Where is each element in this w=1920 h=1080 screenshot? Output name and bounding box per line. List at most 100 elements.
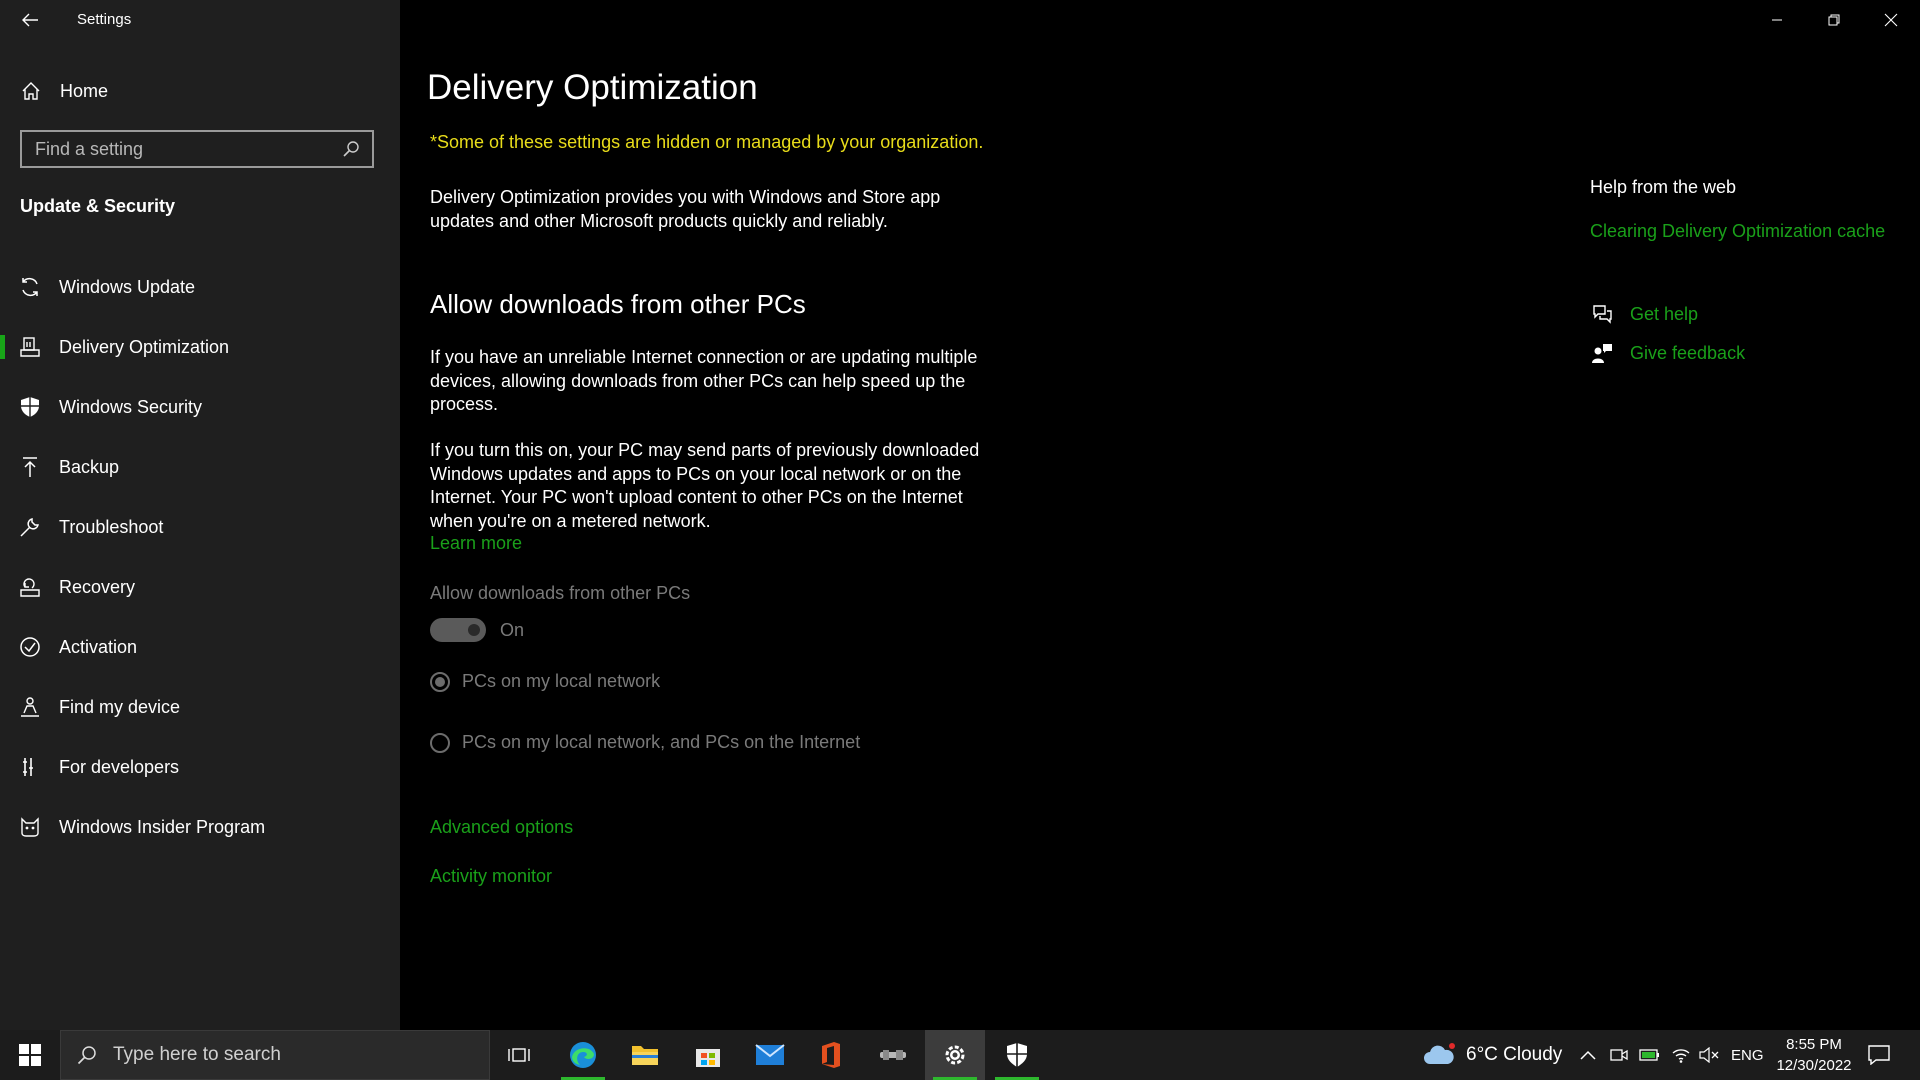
sidebar-item-windows-insider[interactable]: Windows Insider Program [0,797,400,857]
weather-widget[interactable]: 6°C Cloudy [1422,1030,1562,1080]
store-icon[interactable] [678,1030,738,1080]
battery-icon[interactable] [1639,1030,1661,1080]
delivery-icon [17,334,43,360]
radio-local-and-internet[interactable]: PCs on my local network, and PCs on the … [430,732,860,753]
volume-muted-icon[interactable] [1699,1030,1719,1080]
get-help-label: Get help [1630,303,1699,324]
allow-downloads-toggle[interactable] [430,618,486,642]
sidebar-item-recovery[interactable]: Recovery [0,557,400,617]
give-feedback-label: Give feedback [1630,342,1746,363]
radio-local-network[interactable]: PCs on my local network [430,671,660,692]
paragraph-line: devices, allowing downloads from other P… [430,370,966,391]
sidebar-item-windows-security[interactable]: Windows Security [0,377,400,437]
explanation-paragraph-1: If you have an unreliable Internet conne… [430,346,990,417]
notifications-button[interactable] [1868,1030,1890,1080]
taskbar-search-box[interactable]: Type here to search [60,1030,490,1080]
minimize-button[interactable] [1749,0,1805,40]
taskbar-search-placeholder: Type here to search [113,1044,281,1065]
home-icon [19,79,43,103]
input-language[interactable]: ENG [1731,1030,1764,1080]
search-icon [75,1043,99,1067]
close-button[interactable] [1863,0,1919,40]
paragraph-line: Internet. Your PC won't upload content t… [430,487,963,507]
clock-date: 12/30/2022 [1776,1057,1852,1074]
radio-button-checked[interactable] [430,671,450,692]
sidebar-item-label: Windows Insider Program [59,816,266,837]
radio-button-unchecked[interactable] [430,732,450,753]
paragraph-line: process. [430,394,499,414]
sidebar-item-delivery-optimization[interactable]: Delivery Optimization [0,317,400,377]
game-app-icon[interactable] [863,1030,923,1080]
clearing-cache-link[interactable]: Clearing Delivery Optimization cache [1590,221,1885,242]
chevron-up-icon [1580,1050,1596,1060]
windows-logo-icon [19,1044,41,1066]
wifi-icon[interactable] [1671,1030,1691,1080]
sidebar-item-label: For developers [59,756,180,777]
windows-security-icon[interactable] [987,1030,1047,1080]
paragraph-line: Windows updates and apps to PCs on your … [430,463,962,484]
sidebar-item-label: Troubleshoot [59,516,164,537]
paragraph-line: If you have an unreliable Internet conne… [430,347,978,367]
meet-now-icon[interactable] [1610,1030,1628,1080]
app-title: Settings [77,11,132,28]
sidebar-item-label: Backup [59,456,120,477]
weather-text: 6°C Cloudy [1466,1044,1563,1065]
start-button[interactable] [0,1030,60,1080]
wrench-icon [17,514,43,540]
sidebar-item-label: Activation [59,636,138,657]
edge-icon[interactable] [553,1030,613,1080]
home-label: Home [60,80,109,101]
settings-gear-icon[interactable] [925,1030,985,1080]
sidebar-nav: Windows Update Delivery Optimization Win… [0,257,400,857]
sidebar-item-home[interactable]: Home [0,71,400,111]
learn-more-link[interactable]: Learn more [430,533,522,554]
shield-icon [17,394,43,420]
advanced-options-link[interactable]: Advanced options [430,817,573,838]
help-title: Help from the web [1590,177,1737,197]
cloudy-weather-icon [1424,1043,1455,1064]
page-title: Delivery Optimization [427,68,758,107]
upload-arrow-icon [17,454,43,480]
sidebar-item-find-my-device[interactable]: Find my device [0,677,400,737]
setting-search-input[interactable] [22,131,340,167]
show-hidden-icons-button[interactable] [1580,1030,1596,1080]
recovery-icon [17,574,43,600]
setting-search-box[interactable] [20,130,374,168]
intro-line: Delivery Optimization provides you with … [430,187,941,207]
toggle-knob [468,624,480,636]
mail-icon[interactable] [740,1030,800,1080]
taskbar: Type here to search 6°C Cloudy ENG 8:55 … [0,1030,1920,1080]
person-location-icon [17,694,43,720]
section-heading: Allow downloads from other PCs [430,289,806,319]
give-feedback-link[interactable]: Give feedback [1590,341,1745,365]
search-icon[interactable] [340,138,362,160]
file-explorer-icon[interactable] [615,1030,675,1080]
radio-label: PCs on my local network [462,671,661,691]
action-center-icon [1868,1045,1890,1065]
get-help-link[interactable]: Get help [1590,302,1698,326]
developer-tools-icon [17,754,43,780]
sidebar-item-backup[interactable]: Backup [0,437,400,497]
sidebar-item-windows-update[interactable]: Windows Update [0,257,400,317]
refresh-icon [17,274,43,300]
chat-help-icon [1590,302,1614,326]
toggle-label: Allow downloads from other PCs [430,583,691,603]
feedback-person-icon [1590,341,1614,365]
radio-label: PCs on my local network, and PCs on the … [462,732,861,752]
sidebar-item-activation[interactable]: Activation [0,617,400,677]
sidebar-item-troubleshoot[interactable]: Troubleshoot [0,497,400,557]
sidebar-item-for-developers[interactable]: For developers [0,737,400,797]
taskbar-clock[interactable]: 8:55 PM 12/30/2022 [1766,1034,1862,1076]
back-arrow-icon[interactable] [18,8,42,32]
office-icon[interactable] [801,1030,861,1080]
check-circle-icon [17,634,43,660]
task-view-icon[interactable] [489,1030,549,1080]
paragraph-line: when you're on a metered network. [430,510,711,531]
insider-cat-icon [17,814,43,840]
intro-line: updates and other Microsoft products qui… [430,210,888,231]
restore-button[interactable] [1806,0,1862,40]
managed-by-org-warning: *Some of these settings are hidden or ma… [430,132,984,152]
sidebar: Settings Home Update & Security Windows … [0,0,400,1030]
activity-monitor-link[interactable]: Activity monitor [430,866,552,887]
sidebar-item-label: Windows Security [59,396,203,417]
